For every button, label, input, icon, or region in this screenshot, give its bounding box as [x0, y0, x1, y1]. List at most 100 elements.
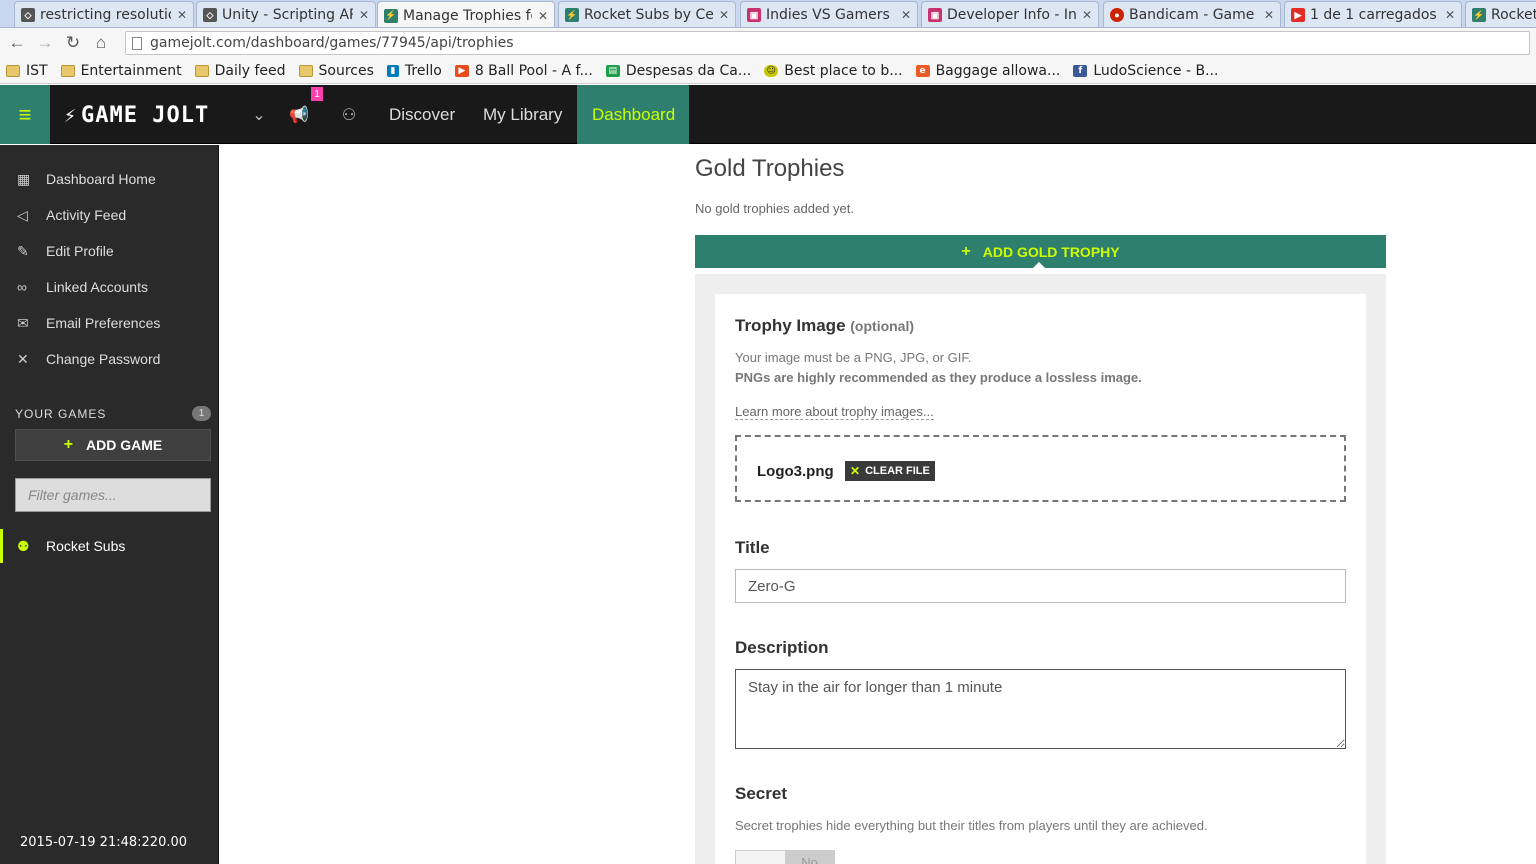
trophy-image-label: Trophy Image (optional) [735, 316, 915, 335]
hamburger-menu-icon[interactable]: ≡ [0, 85, 50, 144]
browser-tab[interactable]: ◇ restricting resolutio ✕ [14, 1, 194, 27]
indiedb-favicon-icon: ▣ [928, 8, 942, 22]
bookmark-item[interactable]: Entertainment [60, 63, 182, 79]
sidebar-item-email-preferences[interactable]: ✉ Email Preferences [0, 305, 219, 341]
unity-favicon-icon: ◇ [203, 8, 217, 22]
smiley-icon: ☺ [764, 64, 779, 77]
sheet-icon: ▤ [605, 64, 620, 77]
close-icon: ✕ [850, 464, 861, 478]
browser-tab-bar: ◇ restricting resolutio ✕ ◇ Unity - Scri… [0, 0, 1536, 28]
folder-icon [298, 64, 313, 77]
description-label: Description [735, 638, 829, 657]
learn-more-link[interactable]: Learn more about trophy images... [735, 404, 934, 420]
bookmark-item[interactable]: ▤ Despesas da Ca... [605, 63, 751, 79]
trello-icon: ▮ [386, 64, 399, 77]
facebook-icon: f [1073, 64, 1088, 77]
games-count-badge: 1 [192, 406, 211, 421]
bookmark-item[interactable]: Daily feed [194, 63, 286, 79]
e-icon: e [915, 64, 930, 77]
browser-tab[interactable]: ● Bandicam - Game R ✕ [1103, 1, 1281, 27]
browser-tab-active[interactable]: ⚡ Manage Trophies fo ✕ [377, 1, 555, 27]
gamejolt-favicon-icon: ⚡ [1472, 8, 1486, 22]
folder-icon [6, 64, 20, 77]
bookmark-item[interactable]: ▮ Trello [386, 63, 442, 79]
browser-tab[interactable]: ◇ Unity - Scripting AP ✕ [196, 1, 376, 27]
nav-dashboard[interactable]: Dashboard [577, 85, 689, 144]
bookmark-item[interactable]: Sources [298, 63, 374, 79]
title-input[interactable] [735, 569, 1346, 603]
sidebar-item-rocket-subs[interactable]: ⚉ Rocket Subs [0, 529, 219, 563]
dashboard-icon: ▦ [17, 170, 31, 187]
youtube-favicon-icon: ▶ [1291, 8, 1305, 22]
gamepad-icon: ⚉ [17, 537, 30, 554]
secret-label: Secret [735, 784, 787, 803]
browser-tab[interactable]: ⚡ Rocket Subs by Cel ✕ [558, 1, 736, 27]
folder-icon [194, 64, 209, 77]
add-game-button[interactable]: + ADD GAME [15, 429, 211, 461]
friends-icon[interactable]: ⚇ [331, 85, 367, 144]
folder-icon [60, 64, 75, 77]
reload-icon[interactable]: ↻ [59, 29, 87, 57]
browser-tab[interactable]: ▣ Indies VS Gamers | ✕ [740, 1, 918, 27]
tab-close-icon[interactable]: ✕ [1264, 8, 1274, 22]
page-title: Gold Trophies [695, 155, 845, 182]
bookmark-item[interactable]: e Baggage allowa... [915, 63, 1060, 79]
browser-tab[interactable]: ▶ 1 de 1 carregados - ✕ [1284, 1, 1462, 27]
browser-tab[interactable]: ▣ Developer Info - In ✕ [921, 1, 1099, 27]
tab-close-icon[interactable]: ✕ [901, 8, 911, 22]
sidebar-item-edit-profile[interactable]: ✎ Edit Profile [0, 233, 219, 269]
empty-state-text: No gold trophies added yet. [695, 201, 854, 216]
gamejolt-logo[interactable]: ⚡ GAME JOLT [64, 103, 209, 128]
gamejolt-favicon-icon: ⚡ [565, 8, 579, 22]
unity-favicon-icon: ◇ [21, 8, 35, 22]
toggle-no-option[interactable]: No [785, 851, 834, 864]
plus-icon: + [63, 436, 74, 453]
file-dropzone[interactable]: Logo3.png ✕ CLEAR FILE [735, 435, 1346, 502]
browser-tab[interactable]: ⚡ Rocket [1465, 1, 1536, 27]
bookmark-item[interactable]: ☺ Best place to b... [764, 63, 903, 79]
address-bar[interactable]: gamejolt.com/dashboard/games/77945/api/t… [125, 31, 1530, 55]
indiedb-favicon-icon: ▣ [747, 8, 761, 22]
main-content: Gold Trophies No gold trophies added yet… [220, 145, 1536, 864]
gamejolt-favicon-icon: ⚡ [384, 8, 398, 23]
chevron-down-icon[interactable]: ⌄ [241, 85, 277, 144]
image-help-recommendation: PNGs are highly recommended as they prod… [735, 370, 1142, 385]
nav-discover[interactable]: Discover [374, 85, 470, 144]
tab-close-icon[interactable]: ✕ [359, 8, 369, 22]
tab-close-icon[interactable]: ✕ [1082, 8, 1092, 22]
sidebar-item-activity-feed[interactable]: ◁ Activity Feed [0, 197, 219, 233]
tab-close-icon[interactable]: ✕ [177, 8, 187, 22]
sidebar-item-linked-accounts[interactable]: ∞ Linked Accounts [0, 269, 219, 305]
bookmark-item[interactable]: f LudoScience - B... [1073, 63, 1218, 79]
page-icon [132, 36, 142, 50]
image-help-text: Your image must be a PNG, JPG, or GIF. [735, 350, 972, 365]
filter-games-input[interactable] [15, 478, 211, 512]
play-icon: ▶ [454, 64, 469, 77]
megaphone-icon: ◁ [17, 206, 28, 223]
forward-arrow-icon[interactable]: → [31, 29, 59, 57]
lightning-bolt-icon: ⚡ [64, 103, 78, 127]
your-games-heading: YOUR GAMES 1 [15, 406, 211, 421]
back-arrow-icon[interactable]: ← [3, 29, 31, 57]
secret-help-text: Secret trophies hide everything but thei… [735, 818, 1208, 833]
tools-icon: ✕ [17, 350, 29, 367]
secret-toggle[interactable]: No [735, 850, 835, 864]
recording-timestamp: 2015-07-19 21:48:220.00 [20, 835, 188, 850]
tab-close-icon[interactable]: ✕ [538, 9, 548, 23]
clear-file-button[interactable]: ✕ CLEAR FILE [845, 461, 935, 481]
description-textarea[interactable]: Stay in the air for longer than 1 minute [735, 669, 1346, 749]
nav-my-library[interactable]: My Library [468, 85, 577, 144]
envelope-icon: ✉ [17, 314, 29, 331]
tab-close-icon[interactable]: ✕ [719, 8, 729, 22]
title-label: Title [735, 538, 770, 557]
tab-close-icon[interactable]: ✕ [1445, 8, 1455, 22]
caret-indicator [1033, 262, 1045, 268]
toggle-yes-option[interactable] [736, 851, 785, 864]
bookmark-item[interactable]: IST [6, 63, 48, 79]
home-icon[interactable]: ⌂ [87, 29, 115, 57]
sidebar-item-change-password[interactable]: ✕ Change Password [0, 341, 219, 377]
trophy-form: Trophy Image (optional) Your image must … [715, 294, 1366, 864]
bookmark-item[interactable]: ▶ 8 Ball Pool - A f... [454, 63, 593, 79]
bandicam-favicon-icon: ● [1110, 8, 1124, 22]
sidebar-item-dashboard-home[interactable]: ▦ Dashboard Home [0, 161, 219, 197]
